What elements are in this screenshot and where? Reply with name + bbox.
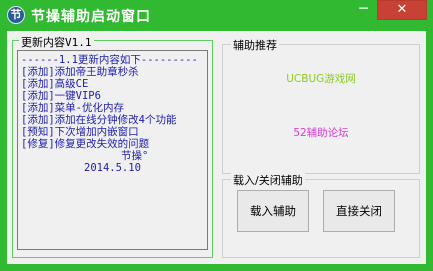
list-item: [添加]菜单-优化内存: [21, 102, 124, 114]
update-group-title: 更新内容V1.1: [19, 34, 94, 50]
recommend-group: 辅助推荐 UCBUG游戏网 52辅助论坛: [222, 37, 420, 174]
client-area: 更新内容V1.1 ------1.1更新内容如下--------- [添加]添加…: [7, 31, 426, 264]
list-item: 2014.5.10: [84, 162, 141, 174]
list-item: 节操°: [121, 150, 149, 162]
control-group: 载入/关闭辅助 载入辅助 直接关闭: [222, 172, 420, 258]
list-item: [添加]添加帝王助章秒杀: [21, 66, 139, 78]
app-icon: 节: [7, 6, 25, 24]
forum-52-link[interactable]: 52辅助论坛: [223, 125, 419, 140]
minimize-button[interactable]: ─: [349, 0, 378, 20]
list-item: [添加]高级CE: [21, 78, 89, 90]
recommend-group-title: 辅助推荐: [231, 37, 279, 53]
title-bar[interactable]: 节 节操辅助启动窗口 ─ ✕: [0, 0, 433, 31]
list-item: [修复]修复更改失效的问题: [21, 138, 150, 150]
list-item: [添加]一键VIP6: [21, 90, 101, 102]
window-title: 节操辅助启动窗口: [31, 9, 151, 25]
ucbug-link[interactable]: UCBUG游戏网: [223, 71, 419, 86]
load-button[interactable]: 载入辅助: [237, 190, 309, 232]
control-group-title: 载入/关闭辅助: [231, 172, 305, 188]
close-direct-button[interactable]: 直接关闭: [323, 190, 395, 232]
list-item: ------1.1更新内容如下---------: [21, 54, 198, 66]
update-group: 更新内容V1.1 ------1.1更新内容如下--------- [添加]添加…: [12, 34, 213, 258]
update-list[interactable]: ------1.1更新内容如下--------- [添加]添加帝王助章秒杀 [添…: [17, 50, 208, 250]
list-item: [添加]添加在线分钟修改4个功能: [21, 114, 177, 126]
close-window-button[interactable]: ✕: [377, 0, 427, 20]
list-item: [预知]下次增加内嵌窗口: [21, 126, 139, 138]
